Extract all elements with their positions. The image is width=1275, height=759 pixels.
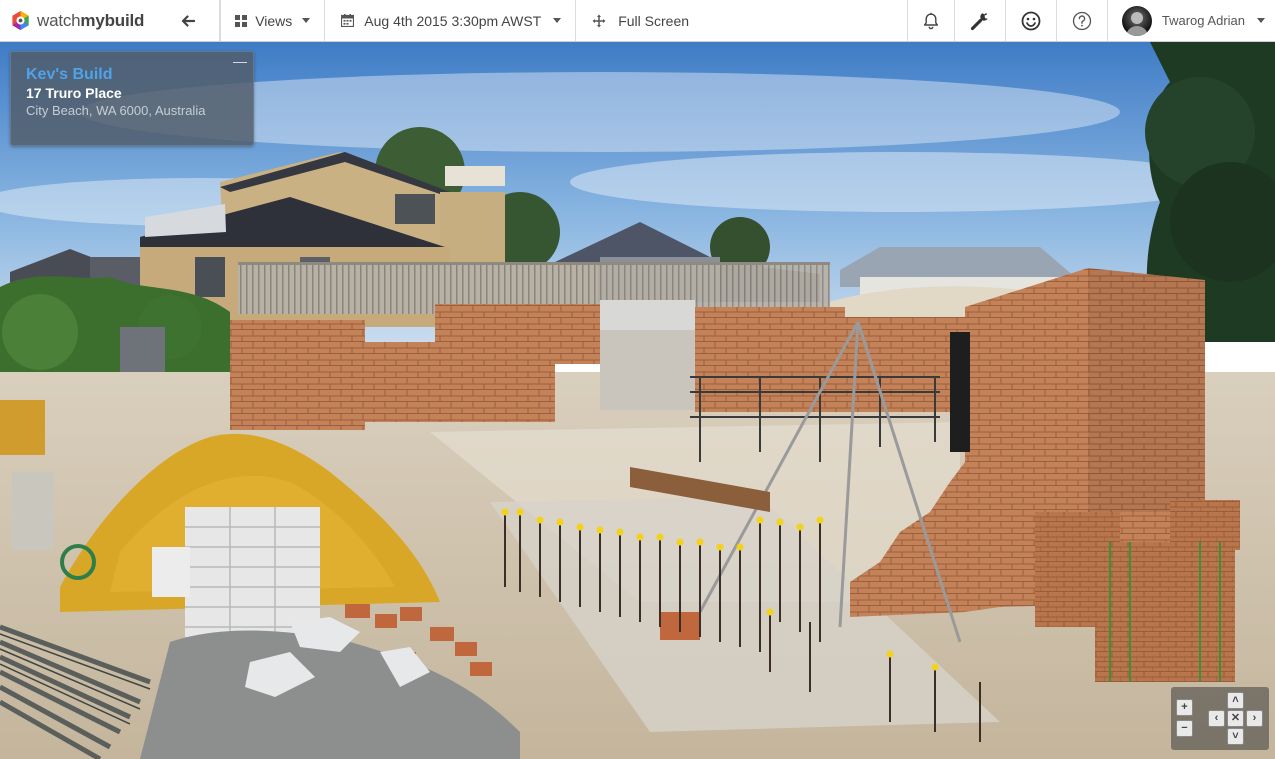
minimize-icon[interactable]: — <box>233 53 247 69</box>
build-city: City Beach, WA 6000, Australia <box>26 103 206 118</box>
brand-name: watchmybuild <box>37 10 145 30</box>
zoom-in-button[interactable]: + <box>1176 699 1193 716</box>
chevron-down-icon <box>1257 18 1265 23</box>
chevron-down-icon <box>302 18 311 23</box>
bell-icon <box>923 12 938 29</box>
zoom-out-button[interactable]: − <box>1176 720 1193 737</box>
arrow-left-icon <box>181 14 195 27</box>
settings-button[interactable] <box>955 0 1006 41</box>
build-address: 17 Truro Place <box>26 85 122 101</box>
pan-center-button[interactable]: ✕ <box>1227 710 1244 727</box>
fullscreen-label: Full Screen <box>618 12 690 29</box>
back-button[interactable] <box>156 0 221 41</box>
build-title[interactable]: Kev's Build <box>26 65 238 84</box>
brand[interactable]: watchmybuild <box>0 0 156 41</box>
feedback-button[interactable] <box>1006 0 1057 41</box>
grid-icon <box>235 14 248 27</box>
views-label: Views <box>255 12 293 29</box>
views-dropdown[interactable]: Views <box>220 0 326 41</box>
notifications-button[interactable] <box>906 0 955 41</box>
wrench-icon <box>970 12 988 30</box>
avatar <box>1121 5 1152 36</box>
watchmybuild-logo-icon <box>12 10 29 31</box>
date-dropdown[interactable]: Aug 4th 2015 3:30pm AWST <box>325 0 577 41</box>
move-arrows-icon <box>592 14 606 27</box>
camera-view[interactable]: + − ˄ ‹ ✕ › ˅ <box>0 42 1275 759</box>
smiley-icon <box>1021 11 1041 30</box>
camera-ptz-controls: + − ˄ ‹ ✕ › ˅ <box>1171 687 1269 750</box>
pan-down-button[interactable]: ˅ <box>1227 728 1244 745</box>
user-name: Twarog Adrian <box>1161 13 1245 28</box>
navbar-spacer <box>705 0 907 41</box>
question-circle-icon <box>1072 11 1092 30</box>
chevron-down-icon <box>553 18 562 23</box>
user-menu[interactable]: Twarog Adrian <box>1108 0 1275 41</box>
pan-left-button[interactable]: ‹ <box>1208 710 1225 727</box>
calendar-icon <box>341 14 355 27</box>
pan-right-button[interactable]: › <box>1246 710 1263 727</box>
help-button[interactable] <box>1057 0 1108 41</box>
pan-up-button[interactable]: ˄ <box>1227 692 1244 709</box>
date-label: Aug 4th 2015 3:30pm AWST <box>364 12 542 29</box>
construction-site-photo <box>0 42 1275 759</box>
top-navbar: watchmybuild Views Aug 4th 2015 3:30pm A… <box>0 0 1275 42</box>
build-info-card: Kev's Build 17 Truro Place City Beach, W… <box>10 51 254 146</box>
fullscreen-button[interactable]: Full Screen <box>576 0 705 41</box>
